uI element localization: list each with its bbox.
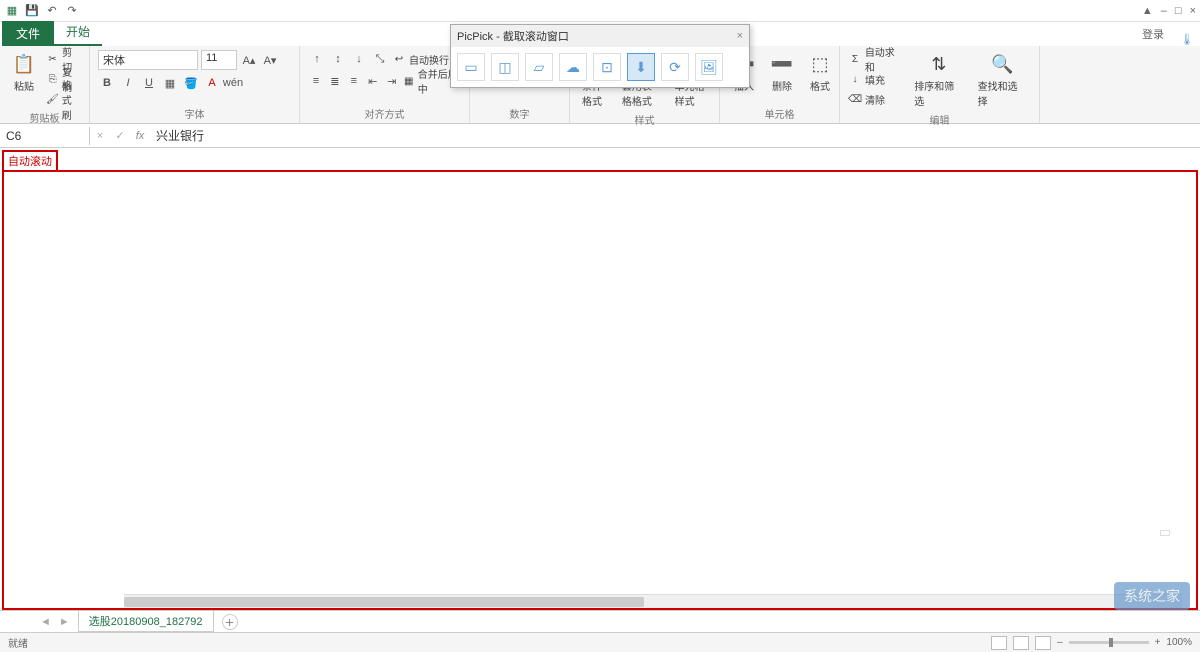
pp-refresh-icon[interactable]: ⟳ bbox=[661, 53, 689, 81]
underline-icon[interactable]: U bbox=[140, 74, 158, 92]
grow-font-icon[interactable]: A▴ bbox=[240, 51, 258, 69]
ime-toolbar[interactable] bbox=[1160, 530, 1170, 536]
picpick-title: PicPick - 截取滚动窗口 bbox=[457, 28, 569, 44]
format-cells-button[interactable]: ⬚格式 bbox=[804, 50, 836, 95]
border-icon[interactable]: ▦ bbox=[161, 74, 179, 92]
pp-scroll-icon[interactable]: ⬇ bbox=[627, 53, 655, 81]
font-name-select[interactable]: 宋体 bbox=[98, 50, 198, 70]
number-group-label: 数字 bbox=[478, 106, 561, 121]
redo-icon[interactable]: ↷ bbox=[64, 3, 80, 19]
name-box[interactable]: C6 bbox=[0, 127, 90, 145]
watermark: 系统之家 bbox=[1114, 582, 1190, 610]
normal-view-icon[interactable] bbox=[991, 636, 1007, 650]
picpick-window: PicPick - 截取滚动窗口 × ▭ ◫ ▱ ☁ ⊡ ⬇ ⟳ 🖼 bbox=[450, 24, 750, 88]
ribbon-collapse-icon[interactable]: ▲ bbox=[1142, 5, 1153, 17]
file-tab[interactable]: 文件 bbox=[2, 21, 54, 46]
undo-icon[interactable]: ↶ bbox=[44, 3, 60, 19]
save-icon[interactable]: 💾 bbox=[24, 3, 40, 19]
font-color-icon[interactable]: A bbox=[203, 74, 221, 92]
login-link[interactable]: 登录 bbox=[1132, 22, 1174, 46]
align-center-icon[interactable]: ≣ bbox=[327, 72, 343, 90]
styles-group-label: 样式 bbox=[578, 112, 711, 127]
sheet-tab[interactable]: 选股20180908_182792 bbox=[78, 611, 214, 632]
outdent-icon[interactable]: ⇤ bbox=[365, 72, 381, 90]
clipboard-group-label: 剪贴板 bbox=[8, 110, 81, 125]
font-group-label: 字体 bbox=[98, 106, 291, 121]
align-middle-icon[interactable]: ↕ bbox=[329, 50, 347, 68]
page-break-view-icon[interactable] bbox=[1035, 636, 1051, 650]
phonetic-icon[interactable]: wén bbox=[224, 74, 242, 92]
formula-bar[interactable]: 兴业银行 bbox=[150, 125, 1200, 146]
find-select-button[interactable]: 🔍查找和选择 bbox=[974, 50, 1031, 110]
align-bottom-icon[interactable]: ↓ bbox=[350, 50, 368, 68]
paste-button[interactable]: 📋粘贴 bbox=[8, 50, 40, 95]
thermometer-icon: 🌡 bbox=[1180, 33, 1194, 46]
shrink-font-icon[interactable]: A▾ bbox=[261, 51, 279, 69]
horizontal-scrollbar[interactable] bbox=[124, 594, 1182, 608]
ribbon-tab-0[interactable]: 开始 bbox=[54, 19, 102, 46]
minimize-icon[interactable]: – bbox=[1161, 5, 1167, 17]
picpick-close-icon[interactable]: × bbox=[737, 30, 743, 42]
page-layout-view-icon[interactable] bbox=[1013, 636, 1029, 650]
align-left-icon[interactable]: ≡ bbox=[308, 72, 324, 90]
cancel-formula-icon[interactable]: × bbox=[90, 130, 110, 142]
accept-formula-icon[interactable]: ✓ bbox=[110, 129, 130, 142]
pp-capture-icon[interactable]: ▭ bbox=[457, 53, 485, 81]
sheet-nav-last-icon[interactable]: ► bbox=[59, 616, 70, 628]
align-right-icon[interactable]: ≡ bbox=[346, 72, 362, 90]
pp-region-icon[interactable]: ◫ bbox=[491, 53, 519, 81]
autosum-button[interactable]: Σ自动求和 bbox=[848, 50, 904, 68]
align-group-label: 对齐方式 bbox=[308, 106, 461, 121]
status-text: 就绪 bbox=[8, 635, 28, 650]
zoom-slider[interactable] bbox=[1069, 641, 1149, 644]
fx-icon[interactable]: fx bbox=[130, 130, 150, 142]
zoom-out-icon[interactable]: – bbox=[1057, 637, 1063, 648]
zoom-in-icon[interactable]: + bbox=[1155, 637, 1161, 648]
sort-filter-button[interactable]: ⇅排序和筛选 bbox=[910, 50, 967, 110]
orientation-icon[interactable]: ⤡ bbox=[371, 50, 389, 68]
italic-icon[interactable]: I bbox=[119, 74, 137, 92]
pp-cloud-icon[interactable]: ☁ bbox=[559, 53, 587, 81]
maximize-icon[interactable]: □ bbox=[1175, 5, 1182, 17]
excel-icon: ▦ bbox=[4, 3, 20, 19]
align-top-icon[interactable]: ↑ bbox=[308, 50, 326, 68]
pp-freeform-icon[interactable]: ▱ bbox=[525, 53, 553, 81]
add-sheet-icon[interactable]: + bbox=[222, 614, 238, 630]
delete-cells-button[interactable]: ➖删除 bbox=[766, 50, 798, 95]
close-icon[interactable]: × bbox=[1190, 5, 1196, 17]
pp-image-icon[interactable]: 🖼 bbox=[695, 53, 723, 81]
indent-icon[interactable]: ⇥ bbox=[384, 72, 400, 90]
auto-scroll-label: 自动滚动 bbox=[2, 150, 58, 170]
clear-button[interactable]: ⌫清除 bbox=[848, 90, 904, 108]
fill-button[interactable]: ↓填充 bbox=[848, 70, 904, 88]
sheet-nav-first-icon[interactable]: ◄ bbox=[40, 616, 51, 628]
bold-icon[interactable]: B bbox=[98, 74, 116, 92]
fill-color-icon[interactable]: 🪣 bbox=[182, 74, 200, 92]
pp-window-icon[interactable]: ⊡ bbox=[593, 53, 621, 81]
font-size-select[interactable]: 11 bbox=[201, 50, 237, 70]
zoom-level[interactable]: 100% bbox=[1166, 637, 1192, 648]
editing-group-label: 编辑 bbox=[848, 112, 1031, 127]
format-painter-button[interactable]: 🖌格式刷 bbox=[46, 90, 81, 108]
cells-group-label: 单元格 bbox=[728, 106, 831, 121]
